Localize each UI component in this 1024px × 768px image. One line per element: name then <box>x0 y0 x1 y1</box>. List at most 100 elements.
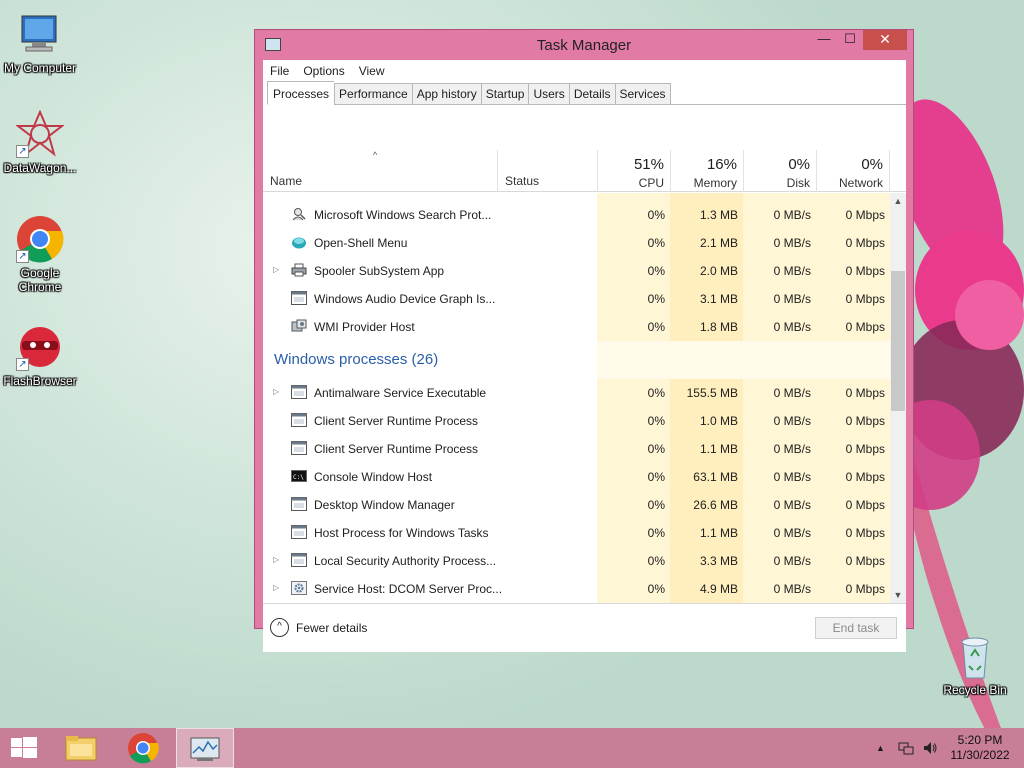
column-name[interactable]: Name <box>270 174 302 188</box>
title-bar[interactable]: Task Manager — ☐ ✕ <box>255 30 913 60</box>
fewer-details-button[interactable]: ^ Fewer details <box>270 618 367 637</box>
expand-chevron-icon[interactable]: ▷ <box>273 583 279 592</box>
sort-caret-icon: ^ <box>373 150 378 160</box>
desktop-icon-flashbrowser[interactable]: ↗ FlashBrowser <box>0 323 80 388</box>
end-task-button[interactable]: End task <box>815 617 897 639</box>
process-name: Host Process for Windows Tasks <box>314 526 489 540</box>
scroll-down-icon[interactable]: ▼ <box>890 587 906 603</box>
column-network[interactable]: 0% Network <box>816 150 890 192</box>
scroll-up-icon[interactable]: ▲ <box>890 193 906 209</box>
desktop-icon-datawagon[interactable]: ↗ DataWagon... <box>0 109 80 175</box>
process-network: 0 Mbps <box>845 320 885 334</box>
close-button[interactable]: ✕ <box>863 30 907 50</box>
search-protocol-icon <box>291 207 307 221</box>
flashbrowser-icon: ↗ <box>16 323 64 371</box>
process-disk: 0 MB/s <box>773 236 811 250</box>
column-status[interactable]: Status <box>497 150 597 192</box>
tab-processes[interactable]: Processes <box>267 81 335 105</box>
process-disk: 0 MB/s <box>773 442 811 456</box>
menu-view[interactable]: View <box>359 64 385 78</box>
clock[interactable]: 5:20 PM 11/30/2022 <box>940 733 1020 763</box>
process-name: Windows Audio Device Graph Is... <box>314 292 496 306</box>
disk-label: Disk <box>786 176 810 190</box>
process-cpu: 0% <box>647 470 665 484</box>
column-disk[interactable]: 0% Disk <box>743 150 816 192</box>
tab-users[interactable]: Users <box>528 83 569 105</box>
process-network: 0 Mbps <box>845 292 885 306</box>
desktop-icon-label: My Computer <box>3 61 77 75</box>
table-row[interactable]: Host Process for Windows Tasks 0% 1.1 MB 0 … <box>263 519 890 547</box>
process-disk: 0 MB/s <box>773 386 811 400</box>
tab-performance[interactable]: Performance <box>334 83 412 105</box>
table-row[interactable]: Client Server Runtime Process 0% 1.0 MB 0 M… <box>263 407 890 435</box>
task-manager-icon <box>190 737 220 761</box>
vertical-scrollbar[interactable]: ▲ ▼ <box>890 193 906 603</box>
volume-icon[interactable] <box>922 740 938 759</box>
start-button[interactable] <box>0 728 58 768</box>
process-disk: 0 MB/s <box>773 320 811 334</box>
process-disk: 0 MB/s <box>773 208 811 222</box>
process-network: 0 Mbps <box>845 498 885 512</box>
desktop-icon-google-chrome[interactable]: ↗ Google Chrome <box>0 215 80 294</box>
group-header: Windows processes (26) <box>263 341 890 379</box>
tray-chevron-icon[interactable]: ▲ <box>876 743 885 753</box>
network-icon[interactable] <box>898 740 914 759</box>
column-cpu[interactable]: 51% CPU <box>597 150 670 192</box>
tab-app-history[interactable]: App history <box>411 83 481 105</box>
table-row[interactable]: C:\ Console Window Host 0% 63.1 MB 0 MB/s 0 M… <box>263 463 890 491</box>
window-process-icon <box>291 291 307 305</box>
process-memory: 4.9 MB <box>699 582 738 596</box>
table-row[interactable]: WMI Provider Host 0% 1.8 MB 0 MB/s 0 Mbps <box>263 313 890 341</box>
tab-details[interactable]: Details <box>568 83 615 105</box>
table-row[interactable]: ▷ Antimalware Service Executable 0% 155.5 M… <box>263 379 890 407</box>
recycle-bin-icon <box>951 632 999 680</box>
disk-percent: 0% <box>788 156 810 173</box>
scrollbar-thumb[interactable] <box>891 271 905 411</box>
expand-chevron-icon[interactable]: ▷ <box>273 265 279 274</box>
table-row[interactable]: Microsoft Windows Search Prot... 0% 1.3 MB… <box>263 201 890 229</box>
maximize-button[interactable]: ☐ <box>837 30 863 50</box>
clock-date: 11/30/2022 <box>950 748 1010 762</box>
memory-percent: 16% <box>706 156 737 173</box>
process-cpu: 0% <box>647 498 665 512</box>
table-row[interactable]: ▷ Local Security Authority Process... 0% 3.… <box>263 547 890 575</box>
process-memory: 63.1 MB <box>693 470 738 484</box>
footer: ^ Fewer details End task <box>263 603 906 652</box>
process-memory: 26.6 MB <box>693 498 738 512</box>
expand-chevron-icon[interactable]: ▷ <box>273 387 279 396</box>
taskbar-chrome[interactable] <box>114 728 172 768</box>
process-network: 0 Mbps <box>845 208 885 222</box>
tab-services[interactable]: Services <box>614 83 671 105</box>
menu-file[interactable]: File <box>270 64 289 78</box>
taskbar-task-manager[interactable] <box>176 728 234 768</box>
shortcut-arrow-icon: ↗ <box>16 358 29 371</box>
process-cpu: 0% <box>647 526 665 540</box>
process-cpu: 0% <box>647 292 665 306</box>
table-row[interactable]: ▷ Spooler SubSystem App 0% 2.0 MB 0 MB/s 0 Mb… <box>263 257 890 285</box>
process-memory: 1.8 MB <box>699 320 738 334</box>
process-name: Service Host: DCOM Server Proc... <box>314 582 503 596</box>
menu-options[interactable]: Options <box>303 64 344 78</box>
start-icon <box>11 737 37 758</box>
taskbar: ▲ 5:20 PM 11/30/2022 <box>0 728 1024 768</box>
process-memory: 1.1 MB <box>699 442 738 456</box>
expand-chevron-icon[interactable]: ▷ <box>273 555 279 564</box>
table-row[interactable]: ▷ Service Host: DCOM Server Proc... 0% 4.9 … <box>263 575 890 603</box>
table-row[interactable]: Desktop Window Manager 0% 26.6 MB 0 MB/s 0 M… <box>263 491 890 519</box>
process-name: Client Server Runtime Process <box>314 442 479 456</box>
minimize-button[interactable]: — <box>811 30 837 50</box>
table-row[interactable]: Windows Audio Device Graph Is... 0% 3.1 MB… <box>263 285 890 313</box>
process-network: 0 Mbps <box>845 554 885 568</box>
desktop-icon-my-computer[interactable]: My Computer <box>0 10 80 75</box>
table-row[interactable]: Client Server Runtime Process 0% 1.1 MB 0 M… <box>263 435 890 463</box>
tab-startup[interactable]: Startup <box>480 83 529 105</box>
tab-strip: Processes Performance App history Startu… <box>267 81 906 105</box>
desktop-icon-recycle-bin[interactable]: Recycle Bin <box>935 632 1015 697</box>
desktop-icon-label: Recycle Bin <box>943 683 1007 697</box>
table-row[interactable]: Open-Shell Menu 0% 2.1 MB 0 MB/s 0 Mbps <box>263 229 890 257</box>
column-memory[interactable]: 16% Memory <box>670 150 743 192</box>
process-memory: 155.5 MB <box>686 386 738 400</box>
menu-bar: File Options View <box>263 60 906 81</box>
taskbar-file-explorer[interactable] <box>52 728 110 768</box>
process-disk: 0 MB/s <box>773 264 811 278</box>
